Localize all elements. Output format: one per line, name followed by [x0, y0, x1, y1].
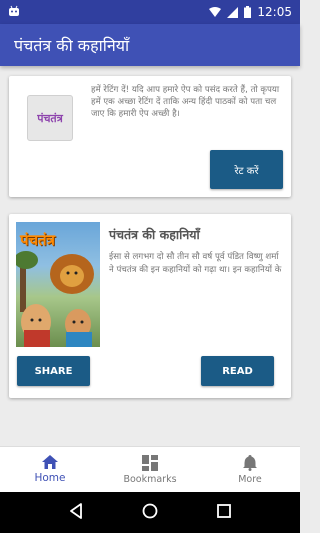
nav-bookmarks-label: Bookmarks	[123, 473, 177, 485]
system-navigation-bar	[0, 492, 300, 533]
app-logo-text: पंचतंत्र	[37, 111, 63, 125]
share-button[interactable]: SHARE	[17, 356, 90, 386]
nav-home-label: Home	[34, 472, 66, 484]
recents-icon[interactable]	[216, 503, 231, 522]
story-description: ईसा से लगभग दो सौ तीन सौ वर्ष पूर्व पंडि…	[109, 252, 282, 275]
home-icon	[42, 455, 58, 469]
battery-icon	[244, 6, 252, 18]
story-title: पंचतंत्र की कहानियाँ	[109, 227, 200, 242]
app-title: पंचतंत्र की कहानियाँ	[14, 36, 130, 55]
nav-more-label: More	[238, 473, 262, 485]
app-logo: पंचतंत्र	[27, 95, 73, 141]
back-icon[interactable]	[69, 502, 83, 523]
home-circle-icon[interactable]	[142, 503, 158, 523]
rate-button[interactable]: रेट करें	[210, 150, 283, 189]
bottom-navigation: Home Bookmarks More	[0, 446, 300, 492]
story-card: पंचतंत्र पंचतंत्र की कहानियाँ ईसा से लगभ…	[9, 214, 291, 398]
app-bar: पंचतंत्र की कहानियाँ	[0, 24, 300, 66]
rate-message: हमें रेटिंग दें! यदि आप हमारे ऐप को पसंद…	[91, 85, 280, 119]
nav-more[interactable]: More	[200, 447, 300, 492]
bell-icon	[243, 454, 257, 471]
nav-bookmarks[interactable]: Bookmarks	[100, 447, 200, 492]
bookmarks-icon	[142, 454, 158, 471]
rate-app-card: पंचतंत्र हमें रेटिंग दें! यदि आप हमारे ऐ…	[9, 76, 291, 197]
read-button[interactable]: READ	[201, 356, 274, 386]
wifi-icon	[209, 6, 222, 18]
status-bar: 12:05	[0, 0, 300, 24]
android-notification-icon	[8, 5, 20, 20]
story-cover-image[interactable]: पंचतंत्र	[16, 222, 100, 347]
nav-home[interactable]: Home	[0, 447, 100, 492]
status-time: 12:05	[257, 5, 292, 19]
signal-icon	[227, 6, 239, 18]
